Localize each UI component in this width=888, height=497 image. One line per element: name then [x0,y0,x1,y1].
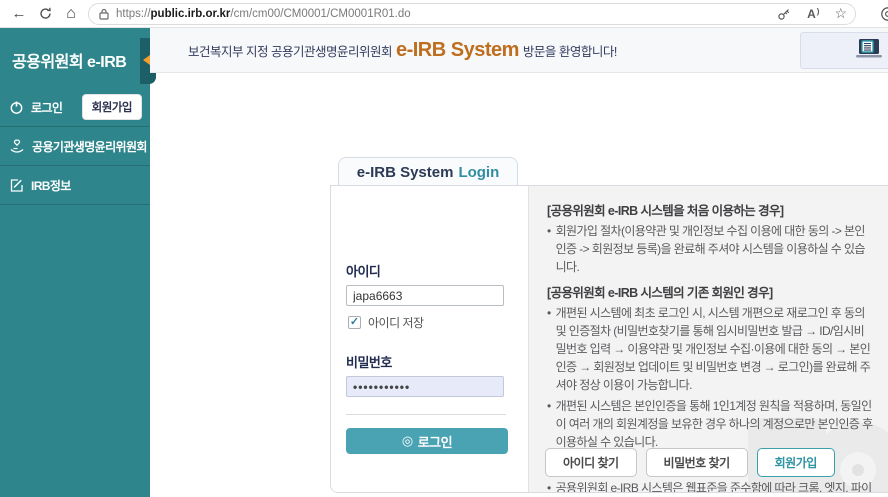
notice-header: [공용위원회 e-IRB 시스템의 기존 회원인 경우] [547,282,874,301]
system-name: e-IRB System [392,39,523,61]
login-card: e-IRB System Login 아이디 ✓ 아이디 저장 비밀번호 ◎ 로… [330,157,888,493]
sidebar-item-label: 공용기관생명윤리위원회 [32,138,147,155]
id-label: 아이디 [346,261,528,280]
login-form: 아이디 ✓ 아이디 저장 비밀번호 ◎ 로그인 [331,186,528,492]
read-aloud-mark: ) [817,7,820,16]
notice-item: •개편된 시스템은 본인인증을 통해 1인1계정 원칙을 적용하며, 동일인이 … [547,397,874,451]
notice-item: •회원가입 절차(이용약관 및 개인정보 수집 이용에 대한 동의 -> 본인인… [547,222,874,276]
save-id-label: 아이디 저장 [368,314,424,331]
sidebar-item-label: 로그인 [31,99,62,116]
pencil-note-icon [9,178,24,193]
notice-text: 개편된 시스템에 최초 로그인 시, 시스템 개편으로 재로그인 후 동의 및 … [556,304,874,394]
bullet-icon: • [547,304,551,394]
save-id-row[interactable]: ✓ 아이디 저장 [348,314,528,331]
sidebar-item-committee[interactable]: 공용기관생명윤리위원회 [0,127,150,166]
sidebar: 공용위원회 e-IRB 로그인 회원가입 공용기관생명윤리위원회 IRB정보 [0,28,150,497]
sidebar-signup-button[interactable]: 회원가입 [82,94,142,120]
find-id-button[interactable]: 아이디 찾기 [545,448,637,477]
url-text[interactable]: https://public.irb.or.kr/cm/cm00/CM0001/… [116,8,411,20]
lock-icon[interactable] [99,8,109,20]
login-tab-accent: Login [458,164,499,181]
login-tab: e-IRB System Login [338,157,518,186]
refresh-icon[interactable] [32,3,58,25]
app-window: ← ⌂ https://public.irb.or.kr/cm/cm00/CM0… [0,0,888,497]
password-input[interactable] [346,376,504,397]
notice-text: 개편된 시스템은 본인인증을 통해 1인1계정 원칙을 적용하며, 동일인이 여… [556,397,874,451]
home-icon[interactable]: ⌂ [58,3,84,25]
id-input[interactable] [346,285,504,306]
account-actions: 아이디 찾기 비밀번호 찾기 회원가입 [545,448,835,477]
welcome-message: 보건복지부 지정 공용기관생명윤리위원회e-IRB System방문을 환영합니… [188,39,617,62]
notice-text: 회원가입 절차(이용약관 및 개인정보 수집 이용에 대한 동의 -> 본인인증… [556,222,874,276]
laptop-icon [852,37,886,65]
sidebar-item-login[interactable]: 로그인 회원가입 [0,88,150,127]
notice-item: •개편된 시스템에 최초 로그인 시, 시스템 개편으로 재로그인 후 동의 및… [547,304,874,394]
welcome-prefix: 보건복지부 지정 공용기관생명윤리위원회 [188,45,392,59]
sidebar-app-title: 공용위원회 e-IRB [0,28,150,88]
notice-panel: [공용위원회 e-IRB 시스템을 처음 이용하는 경우] •회원가입 절차(이… [528,186,888,492]
collapse-arrow-icon [143,55,150,65]
login-button-label: 로그인 [418,432,452,451]
sidebar-item-label: IRB정보 [31,177,71,194]
url-domain: public.irb.or.kr [151,8,231,20]
notice-text: 공용위원회 e-IRB 시스템은 웹표준을 준수함에 따라 크롬, 엣지, 파이… [556,479,874,492]
password-label: 비밀번호 [346,352,528,371]
bullet-icon: • [547,222,551,276]
address-bar[interactable]: https://public.irb.or.kr/cm/cm00/CM0001/… [88,3,856,25]
sidebar-item-irb-info[interactable]: IRB정보 [0,166,150,205]
login-tab-title: e-IRB System [357,164,454,181]
key-icon[interactable] [777,7,791,21]
read-aloud-icon[interactable]: A) [807,7,818,21]
notice-header: [공용위원회 e-IRB 시스템을 처음 이용하는 경우] [547,200,874,219]
power-icon [9,100,24,115]
signup-button[interactable]: 회원가입 [757,448,835,477]
form-divider [346,414,506,415]
find-password-button[interactable]: 비밀번호 찾기 [646,448,748,477]
bullet-icon: • [547,397,551,451]
bullet-icon: • [547,479,551,492]
notice-item: • 공용위원회 e-IRB 시스템은 웹표준을 준수함에 따라 크롬, 엣지, 파… [547,479,874,492]
login-button-icon: ◎ [402,433,413,449]
login-button[interactable]: ◎ 로그인 [346,428,508,454]
url-path: /cm/cm00/CM0001/CM0001R01.do [230,8,410,20]
settings-gear-icon[interactable] [879,5,888,28]
welcome-suffix: 방문을 환영합니다! [523,45,617,59]
hand-heart-icon [9,138,25,154]
corner-shortcut-button[interactable]: 공용기 [800,32,888,69]
back-icon[interactable]: ← [6,3,32,25]
save-id-checkbox[interactable]: ✓ [348,316,361,329]
login-card-body: 아이디 ✓ 아이디 저장 비밀번호 ◎ 로그인 [공용위원회 e-IRB 시스템… [330,185,888,493]
favorites-star-icon[interactable]: ☆ [834,5,847,22]
welcome-banner: 보건복지부 지정 공용기관생명윤리위원회e-IRB System방문을 환영합니… [150,28,888,73]
url-prefix: https:// [116,8,151,20]
browser-toolbar: ← ⌂ https://public.irb.or.kr/cm/cm00/CM0… [0,0,888,28]
